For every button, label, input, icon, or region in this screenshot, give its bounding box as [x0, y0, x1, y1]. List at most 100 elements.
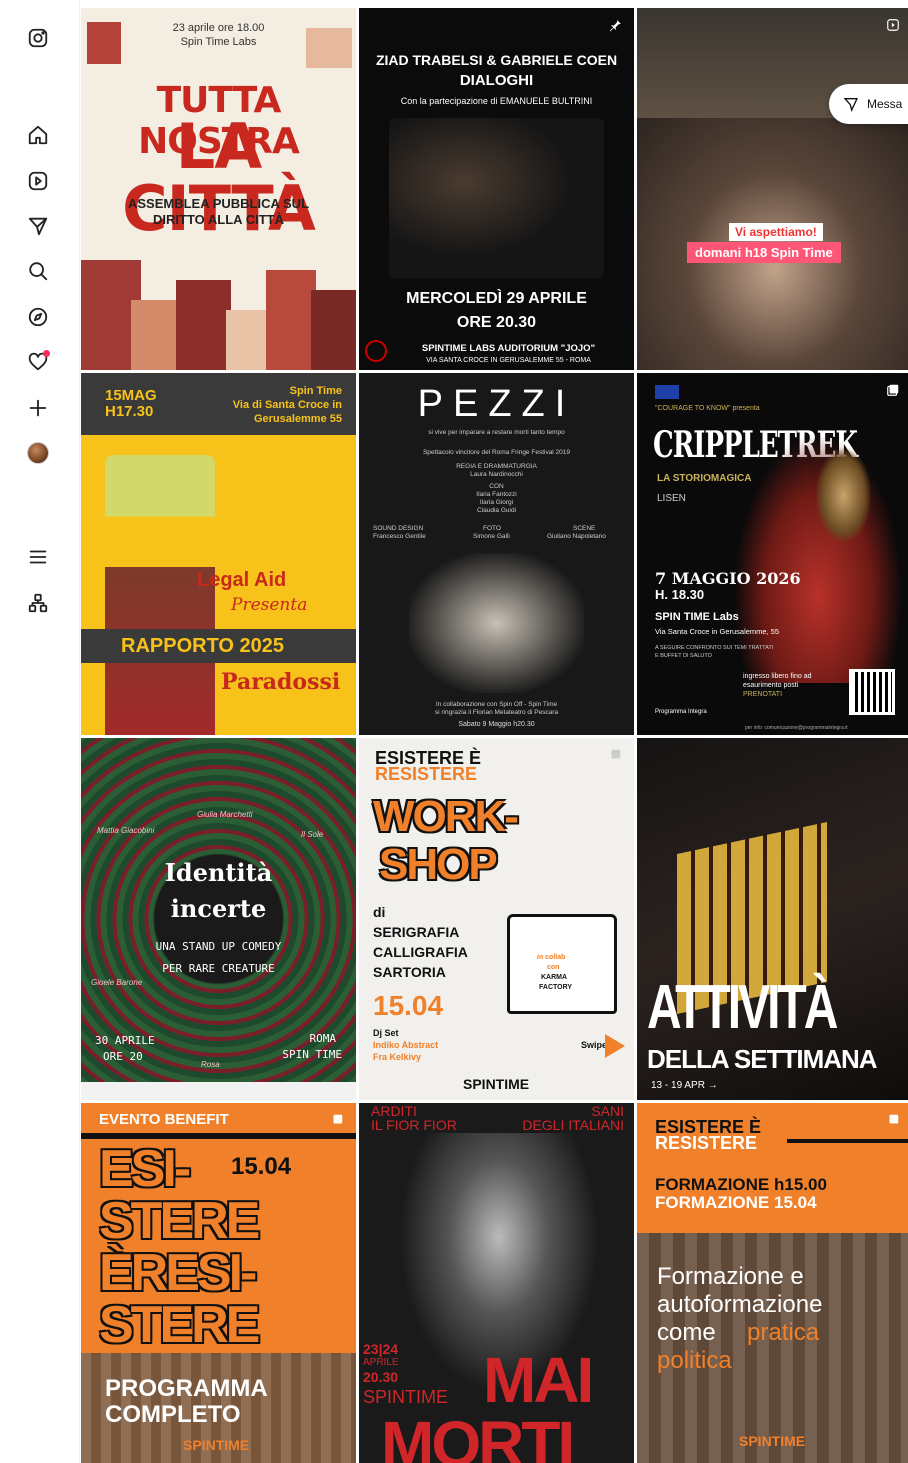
explore-icon[interactable] [26, 305, 50, 329]
post-photo: Simone Galli [473, 533, 510, 540]
head-underline [787, 1139, 908, 1143]
post-venue: SPIN TIME Labs [655, 611, 739, 623]
post-tile-attivita[interactable]: ATTIVITÀ DELLA SETTIMANA 13 - 19 APR → [637, 738, 908, 1100]
search-icon[interactable] [26, 259, 50, 283]
post-line-1: ESI- [99, 1140, 191, 1198]
post-tile-identita-incerte[interactable]: Mattia Giacobini Giulia Marchetti Il Sol… [81, 738, 356, 1100]
post-thanks: si ringrazia il Florian Metateatro di Pe… [434, 709, 559, 716]
post-title-line-1: Identità [164, 858, 273, 887]
profile-avatar[interactable] [26, 441, 50, 465]
post-time: 20.30 [363, 1369, 399, 1385]
post-title: PEZZI [417, 383, 576, 425]
post-tile-dialoghi[interactable]: ZIAD TRABELSI & GABRIELE COEN DIALOGHI C… [359, 8, 634, 370]
post-cast-3: Claudia Guidi [476, 507, 517, 514]
post-date-1: 30 APRILE [95, 1034, 155, 1047]
post-name-1: Mattia Giacobini [97, 826, 155, 835]
post-swipe: Swipe [581, 1040, 608, 1050]
instagram-logo-icon[interactable] [26, 26, 50, 50]
post-time: H. 18.30 [655, 587, 705, 602]
post-tile-vi-aspettiamo[interactable]: Vi aspettiamo! domani h18 Spin Time Mess… [637, 8, 908, 370]
post-org: Legal Aid [197, 569, 287, 591]
post-entry-3: PRENOTATI [743, 691, 783, 698]
post-note-2: E BUFFET DI SALUTO [655, 653, 712, 659]
post-subtitle-line-2: PER RARE CREATURE [162, 962, 275, 975]
post-footer-logo: Programma Integra [655, 709, 707, 715]
post-di: di [373, 904, 386, 920]
shirt-text-4: FACTORY [539, 984, 573, 991]
post-cast-2: Ilaria Giorgi [479, 499, 514, 506]
post-badge: EVENTO BENEFIT [99, 1111, 229, 1128]
post-subtitle-line-1: ASSEMBLEA PUBBLICA SUL [127, 196, 310, 211]
post-note-1: A SEGUIRE CONFRONTO SUI TEMI TRATTATI [655, 645, 774, 651]
reels-icon[interactable] [26, 169, 50, 193]
post-scene: Giuliano Napoletano [547, 533, 606, 540]
post-tile-pezzi[interactable]: PEZZI si vive per imparare a restare mor… [359, 373, 634, 735]
post-venue-3: Gerusalemme 55 [253, 413, 342, 425]
post-top-4: DEGLI ITALIANI [522, 1117, 624, 1133]
post-subtitle: Paradossi [221, 669, 341, 695]
post-dates: 13 - 19 APR → [651, 1080, 718, 1091]
messages-button[interactable]: Messa [829, 84, 908, 124]
post-line-3: ÈRESI- [99, 1244, 257, 1302]
post-time-1: FORMAZIONE h15.00 [655, 1175, 827, 1194]
notifications-icon[interactable] [26, 350, 50, 374]
post-item-1: SERIGRAFIA [373, 924, 460, 940]
post-dj: Dj Set [373, 1028, 399, 1038]
post-tile-workshop[interactable]: ESISTERE È RESISTERE WORK- SHOP di SERIG… [359, 738, 634, 1100]
carousel-icon [330, 1113, 344, 1127]
post-title-line-2: DIALOGHI [459, 72, 534, 89]
post-footer: SPINTIME [463, 1076, 530, 1092]
notification-dot [43, 350, 50, 357]
post-title-line-1: ZIAD TRABELSI & GABRIELE COEN [375, 52, 618, 68]
pin-icon [608, 18, 622, 32]
also-from-meta-icon[interactable] [26, 591, 50, 615]
post-venue: Spin Time Labs [180, 36, 257, 48]
city-illustration [81, 240, 356, 370]
post-address: VIA SANTA CROCE IN GERUSALEMME 55 - ROMA [426, 357, 591, 364]
post-presents: Presenta [231, 595, 308, 615]
post-name-2: Giulia Marchetti [197, 810, 253, 819]
post-body-1: Formazione e [657, 1263, 804, 1290]
post-item-3: SARTORIA [373, 964, 446, 980]
post-award: Spettacolo vincitore del Roma Fringe Fes… [422, 449, 571, 456]
caption-sticker-2: domani h18 Spin Time [687, 242, 841, 263]
swipe-arrow-icon [605, 1034, 625, 1058]
carousel-icon [886, 383, 900, 397]
post-head-2: RESISTERE [655, 1133, 758, 1153]
post-entry-2: esaurimento posti [743, 682, 799, 689]
post-title-line-1: WORK- [373, 792, 519, 841]
home-icon[interactable] [26, 123, 50, 147]
post-tile-formazione[interactable]: ESISTERE È RESISTERE FORMAZIONE h15.00 F… [637, 1103, 908, 1463]
post-venue-2: Via di Santa Croce in [232, 399, 342, 411]
post-program-2: COMPLETO [105, 1401, 241, 1428]
post-title-line-2: incerte [170, 894, 267, 923]
post-director: Laura Nardinocchi [470, 471, 523, 478]
post-tile-mai-morti[interactable]: ARDITI IL FIOR FIOR SANI DEGLI ITALIANI … [359, 1103, 634, 1463]
post-tile-evento-benefit[interactable]: EVENTO BENEFIT 15.04 ESI- STERE ÈRESI- S… [81, 1103, 356, 1463]
post-title-line-2: DELLA SETTIMANA [647, 1044, 878, 1074]
post-sound: Francesco Gentile [373, 533, 426, 540]
shirt-text-1: in collab [537, 954, 566, 961]
post-photo-label: FOTO [483, 525, 501, 532]
post-tile-legal-aid[interactable]: 15MAG H17.30 Spin Time Via di Santa Croc… [81, 373, 356, 735]
musicians-photo [389, 118, 604, 278]
post-date: 15MAG [105, 387, 157, 404]
post-top-2: IL FIOR FIOR [371, 1117, 457, 1133]
post-time: ORE 20.30 [456, 314, 537, 331]
messages-icon[interactable] [26, 214, 50, 238]
post-program: "COURAGE TO KNOW" presenta [655, 405, 760, 412]
post-entry-1: ingresso libero fino ad [743, 673, 812, 680]
post-tile-tutta-nostra[interactable]: 23 aprile ore 18.00 Spin Time Labs TUTTA… [81, 8, 356, 370]
post-dj-1: Indiko Abstract [373, 1040, 439, 1050]
more-menu-icon[interactable] [26, 545, 50, 569]
carousel-icon [608, 748, 622, 762]
post-date-2: ORE 20 [103, 1050, 143, 1063]
post-time: H17.30 [105, 403, 154, 420]
caption-sticker-1: Vi aspettiamo! [729, 223, 823, 241]
eu-flag-icon [655, 385, 679, 399]
post-tile-crippletrek[interactable]: "COURAGE TO KNOW" presenta CRIPPLETREK L… [637, 373, 908, 735]
profile-posts-grid: 23 aprile ore 18.00 Spin Time Labs TUTTA… [81, 8, 908, 1463]
performers-photo [409, 553, 584, 693]
post-date-2: APRILE [363, 1357, 399, 1368]
create-icon[interactable] [26, 396, 50, 420]
